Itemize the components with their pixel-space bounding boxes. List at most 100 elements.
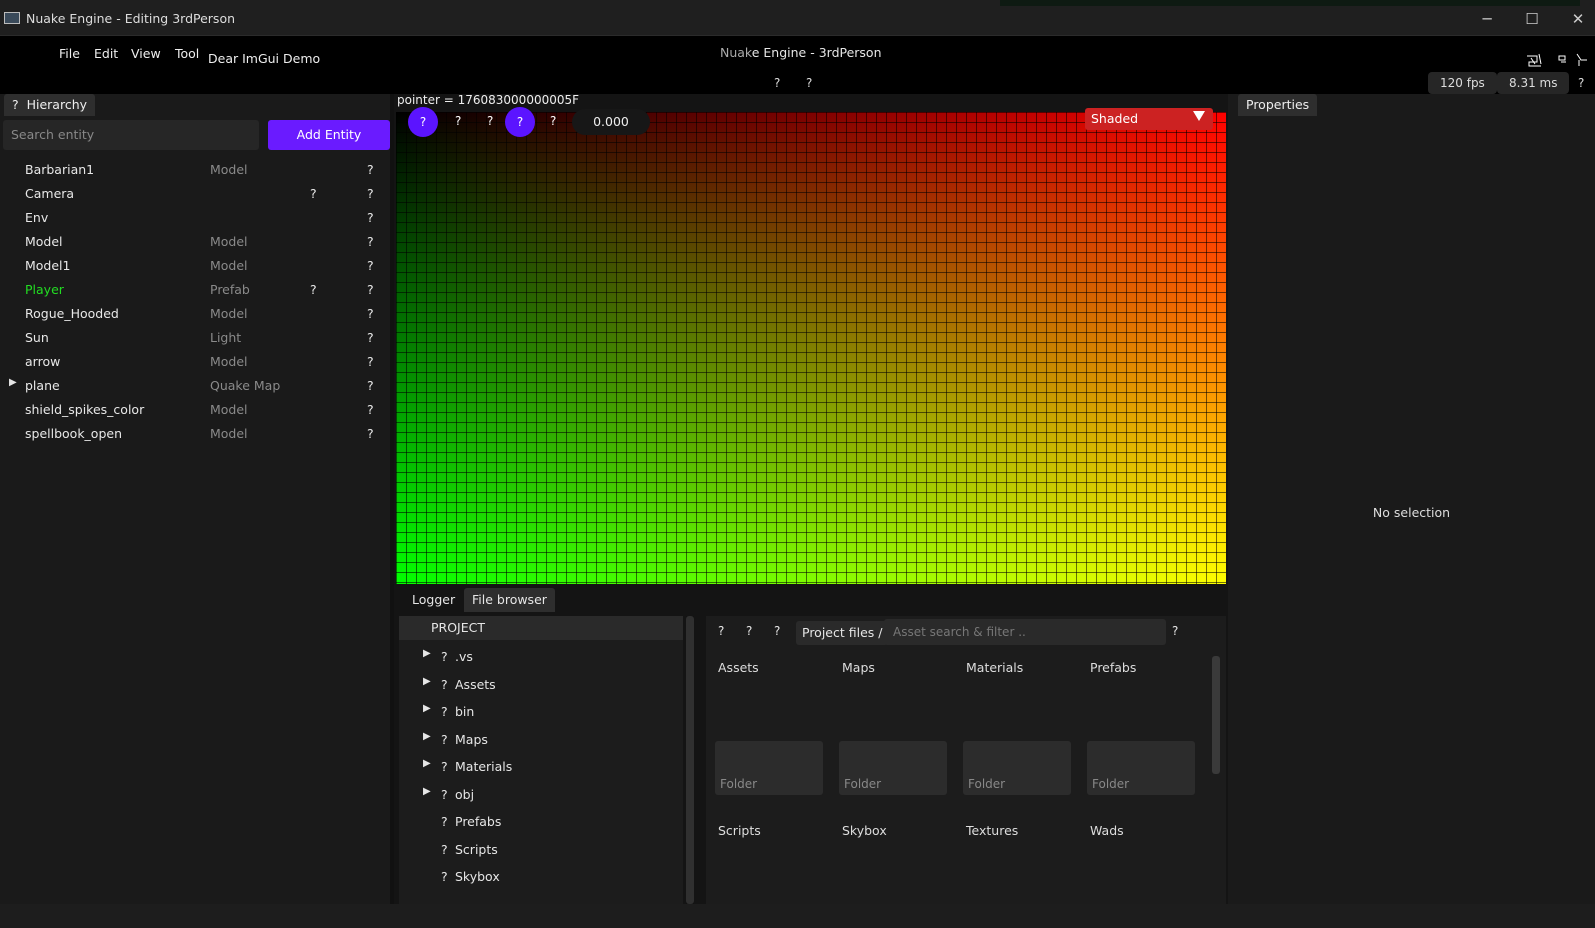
entity-visibility-icon[interactable]: ? — [367, 330, 374, 345]
entity-visibility-icon[interactable]: ? — [367, 426, 374, 441]
file-nav-icon-1[interactable]: ? — [718, 624, 724, 638]
folder-tile[interactable]: Folder — [839, 741, 947, 795]
viewport-tool-icon-3[interactable]: ? — [487, 114, 493, 128]
tree-expand-icon[interactable]: ▶ — [423, 676, 431, 687]
entity-icon-1[interactable]: ? — [310, 282, 317, 297]
tree-item[interactable]: ▶? .vs — [399, 642, 683, 670]
file-browser-scrollbar[interactable] — [1212, 656, 1220, 774]
folder-name[interactable]: Textures — [966, 823, 1018, 838]
viewport-tool-icon-5[interactable]: ? — [550, 114, 556, 128]
folder-name[interactable]: Scripts — [718, 823, 761, 838]
expand-arrow-icon[interactable]: ▶ — [9, 377, 17, 388]
shading-mode-dropdown[interactable]: Shaded — [1085, 108, 1213, 130]
entity-visibility-icon[interactable]: ? — [367, 402, 374, 417]
entity-visibility-icon[interactable]: ? — [367, 378, 374, 393]
search-entity-input[interactable]: Search entity — [3, 120, 259, 150]
tab-file-browser[interactable]: File browser — [464, 588, 555, 612]
entity-row[interactable]: Model1 Model? — [0, 254, 390, 278]
tree-item[interactable]: ▶? bin — [399, 697, 683, 725]
tree-scrollbar-thumb[interactable] — [686, 616, 694, 904]
minimize-button[interactable]: ─ — [1471, 8, 1503, 30]
tree-expand-icon[interactable]: ▶ — [423, 731, 431, 742]
entity-visibility-icon[interactable]: ? — [367, 210, 374, 225]
entity-visibility-icon[interactable]: ? — [367, 234, 374, 249]
tree-expand-icon[interactable]: ▶ — [423, 758, 431, 769]
tree-item[interactable]: ▶? Assets — [399, 670, 683, 698]
file-browser-help-icon[interactable]: ? — [1172, 624, 1178, 638]
entity-visibility-icon[interactable]: ? — [367, 258, 374, 273]
menu-view[interactable]: View — [131, 46, 161, 61]
tree-expand-icon[interactable]: ▶ — [423, 648, 431, 659]
entity-row[interactable]: Barbarian1 Model? — [0, 158, 390, 182]
entity-icon-1[interactable]: ? — [310, 186, 317, 201]
entity-name: arrow — [25, 354, 61, 369]
maximize-button[interactable]: ☐ — [1516, 8, 1548, 30]
entity-row[interactable]: spellbook_open Model? — [0, 422, 390, 446]
hierarchy-panel: ? Hierarchy Search entity Add Entity Bar… — [0, 94, 394, 904]
tree-item[interactable]: ? Skybox — [399, 862, 683, 890]
close-button[interactable]: ✕ — [1562, 8, 1594, 30]
menubar-help-icon[interactable]: ? — [1578, 76, 1584, 90]
folder-name[interactable]: Wads — [1090, 823, 1124, 838]
menu-edit[interactable]: Edit — [94, 46, 118, 61]
entity-visibility-icon[interactable]: ? — [367, 186, 374, 201]
entity-row[interactable]: Model Model? — [0, 230, 390, 254]
snap-value-field[interactable]: 0.000 — [572, 109, 650, 135]
entity-type: Model — [210, 162, 248, 177]
folder-name[interactable]: Assets — [718, 660, 759, 675]
tree-item[interactable]: ? Scripts — [399, 835, 683, 863]
entity-type: Quake Map — [210, 378, 281, 393]
project-title: Nuake Engine - 3rdPerson — [720, 45, 882, 60]
hierarchy-tab[interactable]: ? Hierarchy — [4, 94, 96, 116]
entity-row[interactable]: Player Prefab?? — [0, 278, 390, 302]
menu-imgui-demo[interactable]: Dear ImGui Demo — [208, 51, 320, 66]
file-nav-icon-2[interactable]: ? — [746, 624, 752, 638]
entity-name: Player — [25, 282, 64, 297]
add-entity-button[interactable]: Add Entity — [268, 120, 390, 150]
menu-tool[interactable]: Tool — [175, 46, 199, 61]
asset-search-input[interactable]: Asset search & filter .. — [884, 619, 1166, 645]
entity-visibility-icon[interactable]: ? — [367, 162, 374, 177]
viewport-tool-icon-2[interactable]: ? — [455, 114, 461, 128]
entity-visibility-icon[interactable]: ? — [367, 306, 374, 321]
menubar-icon-2[interactable]: ? — [806, 76, 812, 90]
tab-logger[interactable]: Logger — [404, 588, 463, 612]
menubar-icon-1[interactable]: ? — [774, 76, 780, 90]
scene-viewport[interactable] — [396, 112, 1226, 584]
tree-expand-icon[interactable]: ▶ — [423, 786, 431, 797]
entity-row[interactable]: Sun Light? — [0, 326, 390, 350]
tree-expand-icon[interactable]: ▶ — [423, 703, 431, 714]
entity-row[interactable]: shield_spikes_color Model? — [0, 398, 390, 422]
tree-scrollbar[interactable] — [686, 616, 694, 904]
logo-icon — [1525, 50, 1590, 70]
entity-row[interactable]: ▶ plane Quake Map? — [0, 374, 390, 398]
folder-name[interactable]: Prefabs — [1090, 660, 1136, 675]
entity-row[interactable]: Env? — [0, 206, 390, 230]
tree-item[interactable]: ? Prefabs — [399, 807, 683, 835]
entity-row[interactable]: Camera?? — [0, 182, 390, 206]
entity-type: Model — [210, 258, 248, 273]
folder-tile[interactable]: Folder — [715, 741, 823, 795]
breadcrumb[interactable]: Project files / — [796, 621, 889, 645]
folder-name[interactable]: Materials — [966, 660, 1023, 675]
folder-tile[interactable]: Folder — [1087, 741, 1195, 795]
folder-name[interactable]: Maps — [842, 660, 875, 675]
tree-item[interactable]: ▶? Maps — [399, 725, 683, 753]
entity-name: Model — [25, 234, 63, 249]
tree-item[interactable]: ▶? Materials — [399, 752, 683, 780]
entity-row[interactable]: arrow Model? — [0, 350, 390, 374]
menu-file[interactable]: File — [59, 46, 80, 61]
viewport-tool-icon-1[interactable]: ? — [408, 107, 438, 137]
entity-type: Prefab — [210, 282, 250, 297]
viewport-tool-icon-4[interactable]: ? — [505, 107, 535, 137]
entity-visibility-icon[interactable]: ? — [367, 354, 374, 369]
folder-name[interactable]: Skybox — [842, 823, 887, 838]
project-tree-header[interactable]: PROJECT — [399, 616, 683, 640]
file-nav-icon-3[interactable]: ? — [774, 624, 780, 638]
entity-row[interactable]: Rogue_Hooded Model? — [0, 302, 390, 326]
hierarchy-tab-icon: ? — [12, 97, 19, 112]
properties-tab[interactable]: Properties — [1238, 94, 1318, 116]
folder-tile[interactable]: Folder — [963, 741, 1071, 795]
entity-visibility-icon[interactable]: ? — [367, 282, 374, 297]
tree-item[interactable]: ▶? obj — [399, 780, 683, 808]
